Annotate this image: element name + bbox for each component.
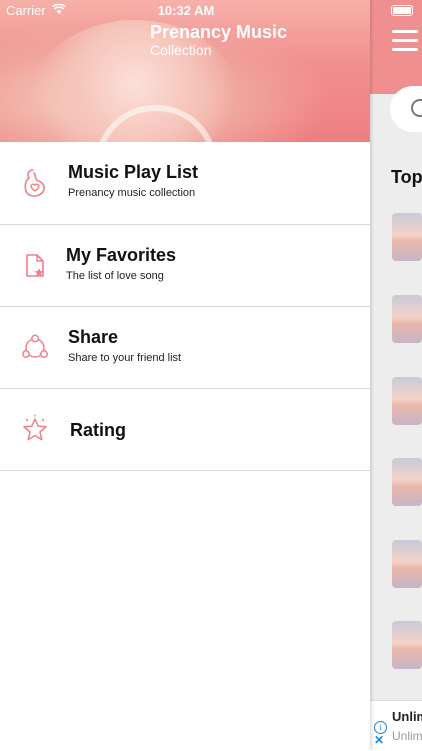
search-icon	[411, 99, 422, 117]
menu-item-title: Music Play List	[68, 162, 199, 182]
drawer-shadow	[370, 0, 374, 750]
song-thumbnail[interactable]	[392, 540, 422, 588]
ad-subtitle: Unlim	[392, 729, 422, 743]
pregnant-heart-icon	[24, 169, 45, 197]
favorite-file-icon	[26, 254, 44, 277]
section-title: Top	[391, 167, 422, 187]
main-screen-peek: Top i ✕ Unlim Unlim	[370, 0, 422, 751]
ad-close-icon[interactable]: ✕	[374, 733, 384, 747]
menu-item-title: My Favorites	[66, 245, 177, 265]
header-title: Prenancy Music	[150, 22, 288, 42]
ad-title: Unlim	[392, 709, 422, 724]
hamburger-menu-icon[interactable]	[392, 30, 418, 57]
menu-item-subtitle: The list of love song	[66, 270, 164, 282]
song-thumbnail[interactable]	[392, 621, 422, 669]
menu-item-rating[interactable]: Rating	[0, 389, 370, 471]
menu-item-music-play-list[interactable]: Music Play List Prenancy music collectio…	[0, 142, 370, 225]
menu-item-my-favorites[interactable]: My Favorites The list of love song	[0, 225, 370, 307]
song-thumbnail[interactable]	[392, 213, 422, 261]
share-icon	[22, 334, 48, 358]
song-thumbnail[interactable]	[392, 458, 422, 506]
status-bar: Carrier 10:32 AM	[0, 0, 422, 22]
menu-item-share[interactable]: Share Share to your friend list	[0, 307, 370, 389]
menu-item-title: Rating	[70, 420, 126, 440]
ad-banner[interactable]: i ✕ Unlim Unlim	[370, 700, 422, 751]
side-drawer: Prenancy Music Collection Music Play Lis…	[0, 0, 370, 750]
battery-icon	[391, 5, 413, 16]
menu-item-subtitle: Prenancy music collection	[68, 187, 196, 199]
menu-item-title: Share	[68, 327, 119, 347]
star-rating-icon	[23, 414, 47, 441]
song-thumbnail[interactable]	[392, 377, 422, 425]
status-time: 10:32 AM	[157, 3, 215, 18]
header-subtitle: Collection	[150, 42, 212, 58]
song-thumbnail[interactable]	[392, 295, 422, 343]
menu-item-subtitle: Share to your friend list	[68, 352, 182, 364]
